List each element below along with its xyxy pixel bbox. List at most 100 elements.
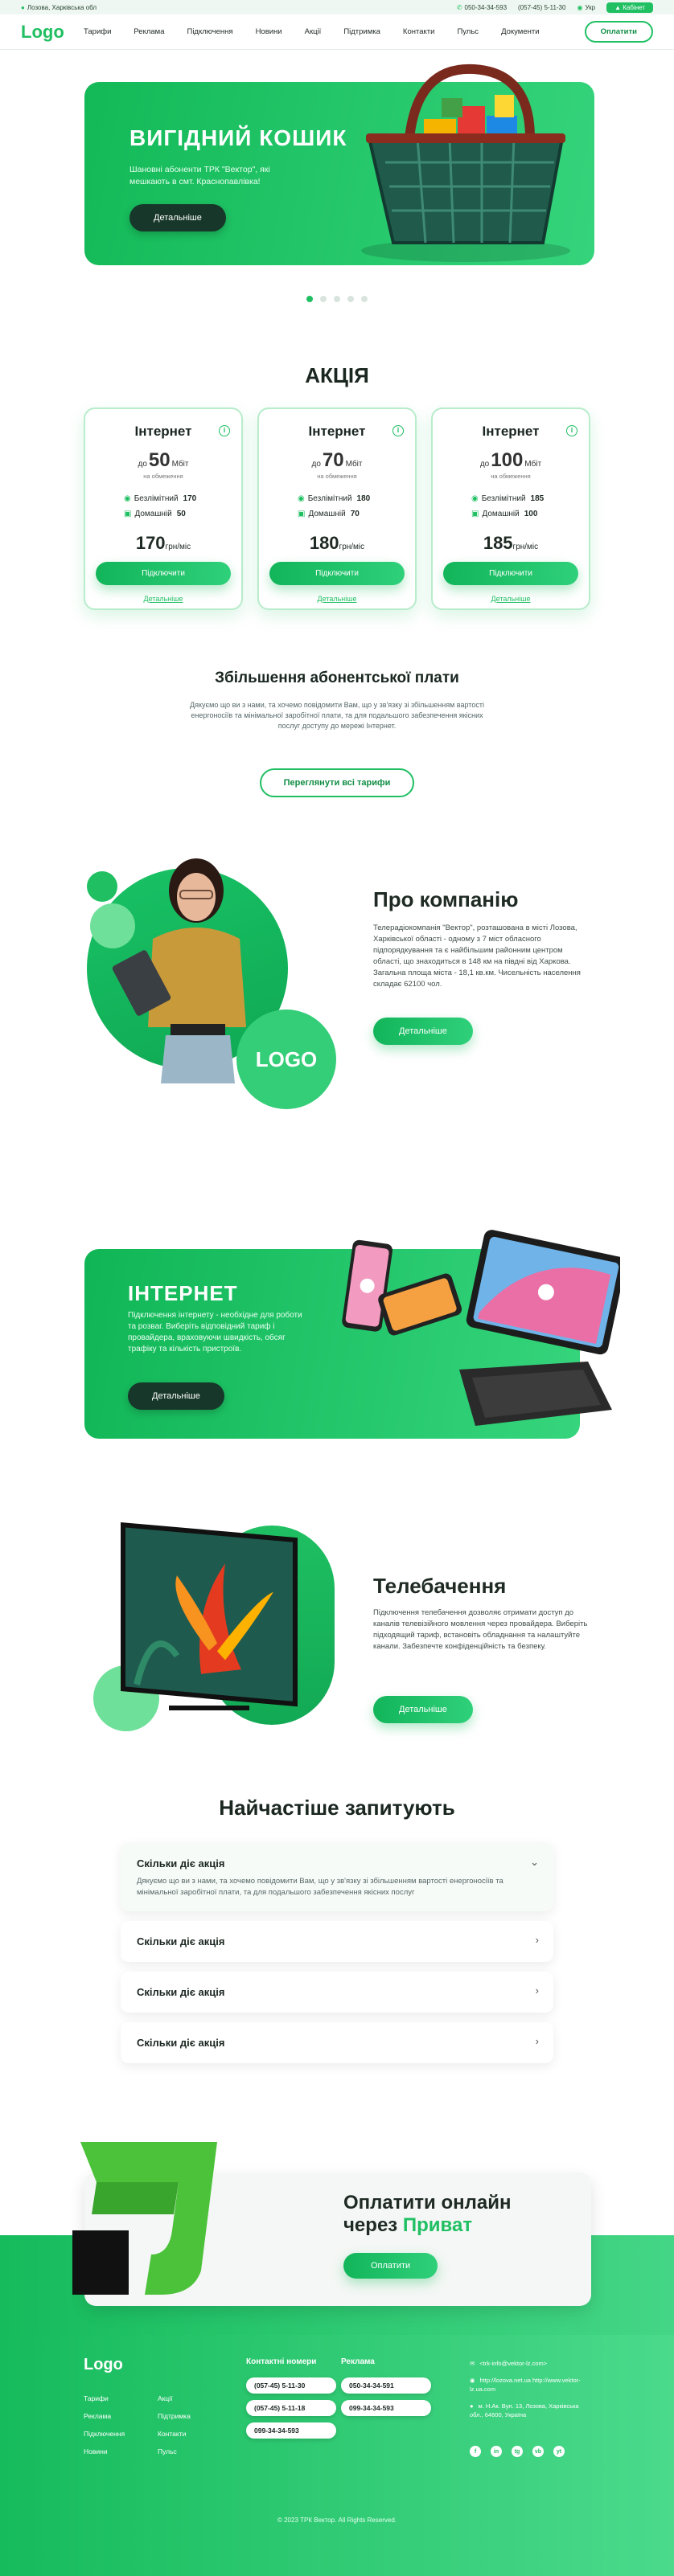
- phone-2[interactable]: (057-45) 5-11-30: [518, 4, 565, 11]
- devices-image: [342, 1230, 620, 1426]
- contact-phone[interactable]: 099-34-34-593: [246, 2422, 336, 2439]
- footer-link[interactable]: Підтримка: [158, 2407, 191, 2425]
- slider-dot-2[interactable]: [320, 296, 327, 302]
- footer-link[interactable]: Підключення: [84, 2425, 125, 2443]
- telegram-icon[interactable]: tg: [512, 2446, 523, 2457]
- ads-phone[interactable]: 099-34-34-593: [341, 2400, 431, 2416]
- faq-question: Скільки діє акція: [137, 1857, 225, 1870]
- nav-item-tariffs[interactable]: Тарифи: [84, 27, 111, 36]
- phone-icon: ✆: [456, 3, 462, 11]
- footer-link[interactable]: Акції: [158, 2390, 191, 2407]
- nav-item-documents[interactable]: Документи: [501, 27, 539, 36]
- view-all-tariffs-button[interactable]: Переглянути всі тарифи: [259, 768, 415, 797]
- tv-text: Підключення телебачення дозволяє отримат…: [373, 1608, 588, 1651]
- tariff-card-2: i Інтернет до70 Мбіт на обмеження ◉ Безлім…: [257, 407, 417, 610]
- privatbank-logo-image: [72, 2142, 217, 2295]
- footer-link[interactable]: Реклама: [84, 2407, 125, 2425]
- slider-dot-4[interactable]: [347, 296, 354, 302]
- info-icon[interactable]: i: [566, 425, 577, 436]
- footer-email[interactable]: ✉ <trk-info@vektor-lz.com>: [470, 2359, 590, 2368]
- info-icon[interactable]: i: [219, 425, 230, 436]
- nav-item-promo[interactable]: Акції: [305, 27, 322, 36]
- info-icon[interactable]: i: [392, 425, 404, 436]
- nav-item-support[interactable]: Підтримка: [343, 27, 380, 36]
- nav-item-pulse[interactable]: Пульс: [457, 27, 479, 36]
- phone-1[interactable]: ✆ 050-34-34-593: [457, 4, 507, 11]
- footer-link[interactable]: Контакти: [158, 2425, 191, 2443]
- about-details-button[interactable]: Детальніше: [373, 1018, 473, 1045]
- footer-link[interactable]: Тарифи: [84, 2390, 125, 2407]
- footer-logo[interactable]: Logo: [84, 2356, 123, 2374]
- nav-item-contacts[interactable]: Контакти: [403, 27, 435, 36]
- tariff-channels: ◉ Безлімітний 185 ▣ Домашній 100: [471, 494, 545, 518]
- about-text: Телерадіокомпанія "Вектор", розташована …: [373, 924, 581, 989]
- viber-icon[interactable]: vb: [532, 2446, 544, 2457]
- tariff-name: Інтернет: [308, 424, 366, 439]
- tv-details-button[interactable]: Детальніше: [373, 1696, 473, 1723]
- payment-section: Оплатити онлайн через Приват Оплатити: [0, 2134, 674, 2335]
- footer-address: ● м. Н.Ак. Вул. 13, Лозова, Харківська об…: [470, 2402, 579, 2418]
- footer-site[interactable]: ◉ http://lozova.net.ua http://www.vektor-…: [470, 2376, 590, 2394]
- ads-title: Реклама: [341, 2357, 375, 2366]
- ads-phone[interactable]: 050-34-34-591: [341, 2377, 431, 2394]
- globe-icon: ◉: [470, 2377, 475, 2384]
- footer-ads: Реклама 050-34-34-591 099-34-34-593: [341, 2357, 431, 2422]
- tariff-price: 180грн/міс: [309, 533, 365, 553]
- tariff-price: 170грн/міс: [135, 533, 191, 553]
- hero-details-button[interactable]: Детальніше: [129, 204, 226, 231]
- footer-link[interactable]: Пульс: [158, 2443, 191, 2460]
- tv-title: Телебачення: [373, 1574, 507, 1598]
- contact-phone[interactable]: (057-45) 5-11-30: [246, 2377, 336, 2394]
- tariff-connect-button[interactable]: Підключити: [96, 562, 231, 585]
- increase-title: Збільшення абонентської плати: [215, 670, 459, 686]
- slider-dot-3[interactable]: [334, 296, 340, 302]
- tariff-connect-button[interactable]: Підключити: [269, 562, 405, 585]
- facebook-icon[interactable]: f: [470, 2446, 481, 2457]
- tv-icon: ▣: [471, 510, 479, 518]
- tv-section: Телебачення Підключення телебачення дозв…: [0, 1487, 674, 1776]
- about-title: Про компанію: [373, 887, 519, 911]
- tariff-connect-button[interactable]: Підключити: [443, 562, 578, 585]
- cabinet-button[interactable]: ▲ Кабінет: [606, 2, 653, 13]
- faq-item[interactable]: Скільки діє акція Дякуємо що ви з нами, …: [121, 1843, 553, 1911]
- tariff-channels: ◉ Безлімітний 180 ▣ Домашній 70: [298, 494, 371, 518]
- contact-phone[interactable]: (057-45) 5-11-18: [246, 2400, 336, 2416]
- tv-icon: ▣: [124, 510, 132, 518]
- nav-item-connection[interactable]: Підключення: [187, 27, 232, 36]
- hero-banner: ВИГІДНИЙ КОШИК Шановні абоненти ТРК "Век…: [84, 63, 594, 265]
- tariff-speed: до50 Мбіт: [138, 449, 189, 471]
- faq-item[interactable]: Скільки діє акція ›: [121, 2022, 553, 2063]
- header: Logo Тарифи Реклама Підключення Новини А…: [0, 14, 674, 50]
- nav-item-news[interactable]: Новини: [256, 27, 282, 36]
- chevron-right-icon: ›: [535, 2035, 539, 2047]
- tariff-details-link[interactable]: Детальніше: [85, 595, 241, 603]
- shopping-basket-image: [361, 63, 570, 262]
- footer-link[interactable]: Новини: [84, 2443, 125, 2460]
- user-icon: ▲: [614, 3, 623, 11]
- tariff-speed-note: на обмеження: [317, 473, 357, 480]
- slider-dot-1[interactable]: [306, 296, 313, 302]
- faq-item[interactable]: Скільки діє акція ›: [121, 1972, 553, 2013]
- internet-details-button[interactable]: Детальніше: [128, 1382, 224, 1410]
- chevron-down-icon: ⌄: [530, 1856, 539, 1868]
- tariff-price: 185грн/міс: [483, 533, 539, 553]
- tariff-card-3: i Інтернет до100 Мбіт на обмеження ◉ Безлі…: [431, 407, 590, 610]
- logo[interactable]: Logo: [21, 22, 84, 43]
- instagram-icon[interactable]: in: [491, 2446, 502, 2457]
- tariff-cards: i Інтернет до50 Мбіт на обмеження ◉ Безлім…: [0, 407, 674, 610]
- tariff-details-link[interactable]: Детальніше: [259, 595, 415, 603]
- price-increase-section: Збільшення абонентської плати Дякуємо що…: [0, 670, 674, 797]
- tariff-details-link[interactable]: Детальніше: [433, 595, 589, 603]
- youtube-icon[interactable]: yt: [553, 2446, 565, 2457]
- faq-item[interactable]: Скільки діє акція ›: [121, 1921, 553, 1962]
- payment-pay-button[interactable]: Оплатити: [343, 2253, 438, 2279]
- slider-dot-5[interactable]: [361, 296, 368, 302]
- payment-title: Оплатити онлайн через Приват: [343, 2192, 512, 2236]
- nav-item-ads[interactable]: Реклама: [134, 27, 164, 36]
- header-pay-button[interactable]: Оплатити: [584, 21, 653, 43]
- language-switch[interactable]: ◉ Укр: [577, 4, 595, 11]
- tariff-name: Інтернет: [482, 424, 540, 439]
- hero-title: ВИГІДНИЙ КОШИК: [129, 125, 347, 150]
- location[interactable]: ● Лозова, Харківська обл: [21, 4, 97, 11]
- hero-text: Шановні абоненти ТРК "Вектор", які мешка…: [129, 165, 270, 186]
